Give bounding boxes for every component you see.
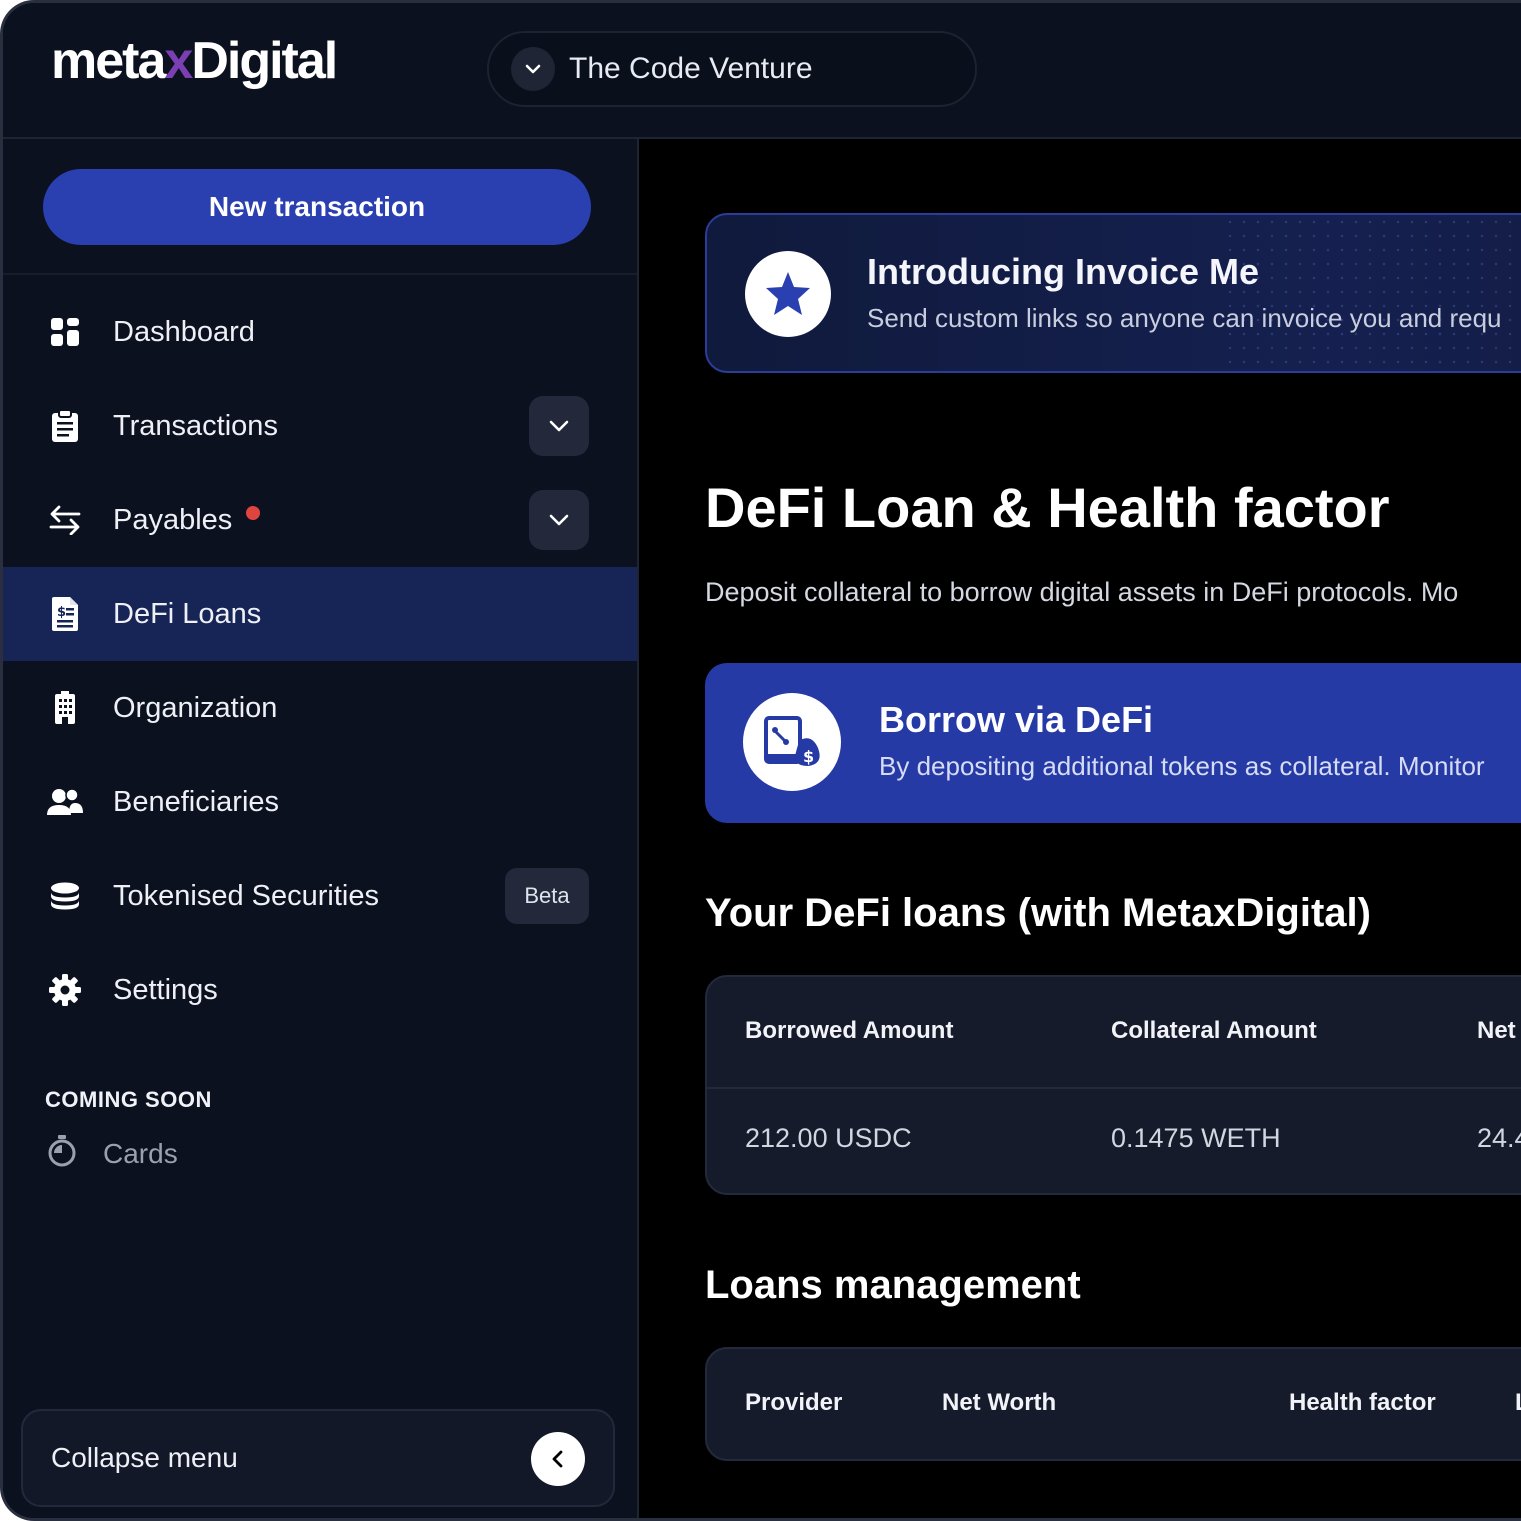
coins-stack-icon <box>47 878 83 914</box>
logo-meta: meta <box>51 32 166 90</box>
chevron-down-icon[interactable] <box>529 490 589 550</box>
sidebar-item-label: DeFi Loans <box>113 597 262 630</box>
sidebar-item-payables[interactable]: Payables <box>3 473 637 567</box>
sidebar-item-label: Tokenised Securities <box>113 879 379 912</box>
main-content: Introducing Invoice Me Send custom links… <box>641 139 1521 1518</box>
chevron-left-icon[interactable] <box>531 1432 585 1486</box>
loans-management-title: Loans management <box>705 1263 1081 1307</box>
loans-section-title: Your DeFi loans (with MetaxDigital) <box>705 891 1371 935</box>
sidebar-item-beneficiaries[interactable]: Beneficiaries <box>3 755 637 849</box>
swap-arrows-icon <box>47 502 83 538</box>
sidebar-item-organization[interactable]: Organization <box>3 661 637 755</box>
sidebar: New transaction Dashboard Transactions P… <box>3 139 639 1518</box>
new-transaction-button[interactable]: New transaction <box>43 169 591 245</box>
sidebar-item-dashboard[interactable]: Dashboard <box>3 285 637 379</box>
stopwatch-icon <box>47 1135 77 1172</box>
chevron-down-icon[interactable] <box>529 396 589 456</box>
sidebar-item-label: Transactions <box>113 409 278 442</box>
table-cell: 212.00 USDC <box>745 1123 912 1153</box>
coming-soon-heading: COMING SOON <box>45 1087 212 1112</box>
collapse-menu-label: Collapse menu <box>51 1442 238 1473</box>
banner-subtitle: Send custom links so anyone can invoice … <box>867 303 1502 333</box>
borrow-via-defi-card[interactable]: $ Borrow via DeFi By depositing addition… <box>705 663 1521 823</box>
table-cell: 0.1475 WETH <box>1111 1123 1281 1153</box>
column-header[interactable]: Provider <box>745 1389 842 1417</box>
sidebar-item-label: Dashboard <box>113 315 255 348</box>
page-title: DeFi Loan & Health factor <box>705 476 1390 539</box>
star-icon <box>745 251 831 337</box>
sidebar-item-label: Organization <box>113 691 278 724</box>
column-header[interactable]: L <box>1515 1389 1521 1417</box>
sidebar-item-transactions[interactable]: Transactions <box>3 379 637 473</box>
sidebar-item-label: Payables <box>113 503 233 536</box>
loan-money-icon: $ <box>743 693 841 791</box>
sidebar-item-cards: Cards <box>47 1135 178 1172</box>
invoice-me-banner[interactable]: Introducing Invoice Me Send custom links… <box>705 213 1521 373</box>
sidebar-item-settings[interactable]: Settings <box>3 943 637 1037</box>
logo[interactable]: metaxDigital <box>51 31 338 91</box>
dot-pattern <box>1223 215 1521 371</box>
beta-badge: Beta <box>505 868 589 924</box>
app-window: metaxDigital The Code Venture New transa… <box>0 0 1521 1521</box>
sidebar-item-label: Beneficiaries <box>113 785 280 818</box>
column-header[interactable]: Net Worth <box>942 1389 1056 1417</box>
collapse-menu[interactable]: Collapse menu <box>21 1409 615 1507</box>
logo-x: x <box>164 32 193 90</box>
table-header: Provider Net Worth Health factor L <box>707 1349 1521 1459</box>
loans-management-table: Provider Net Worth Health factor L <box>705 1347 1521 1461</box>
clipboard-icon <box>47 408 83 444</box>
sidebar-divider <box>3 273 637 275</box>
gear-icon <box>47 972 83 1008</box>
top-bar: metaxDigital The Code Venture <box>3 3 1521 139</box>
svg-text:$: $ <box>57 605 66 620</box>
loan-document-icon: $ <box>47 596 83 632</box>
banner-title: Introducing Invoice Me <box>867 251 1260 292</box>
page-description: Deposit collateral to borrow digital ass… <box>705 577 1459 607</box>
column-header[interactable]: Borrowed Amount <box>745 1017 953 1045</box>
svg-text:$: $ <box>803 747 814 766</box>
notification-dot <box>246 506 261 520</box>
borrow-card-subtitle: By depositing additional tokens as colla… <box>879 751 1485 781</box>
column-header[interactable]: Net <box>1477 1017 1516 1045</box>
sidebar-item-label: Cards <box>103 1137 178 1169</box>
users-icon <box>47 784 83 820</box>
sidebar-item-tokenised-securities[interactable]: Tokenised Securities Beta <box>3 849 637 943</box>
column-header[interactable]: Collateral Amount <box>1111 1017 1317 1045</box>
logo-digital: Digital <box>191 32 338 90</box>
column-header[interactable]: Health factor <box>1289 1389 1436 1417</box>
table-cell: 24.4 <box>1477 1123 1521 1153</box>
organization-name: The Code Venture <box>569 52 813 85</box>
building-icon <box>47 690 83 726</box>
sidebar-item-defi-loans[interactable]: $ DeFi Loans <box>3 567 637 661</box>
table-header: Borrowed Amount Collateral Amount Net <box>707 977 1521 1089</box>
sidebar-item-label: Settings <box>113 973 218 1006</box>
organization-selector[interactable]: The Code Venture <box>487 31 977 107</box>
defi-loans-table: Borrowed Amount Collateral Amount Net 21… <box>705 975 1521 1195</box>
chevron-down-icon <box>511 47 555 91</box>
dashboard-icon <box>47 314 83 350</box>
borrow-card-title: Borrow via DeFi <box>879 699 1154 740</box>
